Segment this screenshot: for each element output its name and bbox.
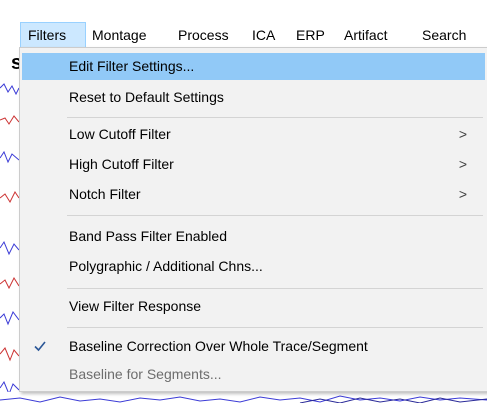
menu-item-label: Polygraphic / Additional Chns... xyxy=(69,258,263,274)
menu-item-polygraphic-additional-chns[interactable]: Polygraphic / Additional Chns... xyxy=(22,253,485,280)
eeg-trace-area-bottom xyxy=(0,392,487,403)
menu-item-label: Edit Filter Settings... xyxy=(69,58,195,74)
eeg-trace-area-left xyxy=(0,48,19,403)
menu-item-view-filter-response[interactable]: View Filter Response xyxy=(22,293,485,320)
checkmark-icon xyxy=(34,341,46,352)
eeg-traces-left xyxy=(0,83,19,396)
menu-item-label: Baseline for Segments... xyxy=(69,366,222,382)
filters-dropdown-menu: Edit Filter Settings... Reset to Default… xyxy=(19,47,487,392)
menu-separator xyxy=(67,288,483,289)
menu-item-label: View Filter Response xyxy=(69,298,202,314)
menu-search[interactable]: Search xyxy=(422,22,466,48)
submenu-arrow-icon: > xyxy=(458,156,467,172)
menu-separator xyxy=(67,117,483,118)
menu-process-label: Process xyxy=(178,27,229,43)
menu-erp-label: ERP xyxy=(296,27,325,43)
menu-item-reset-default-settings[interactable]: Reset to Default Settings xyxy=(22,84,485,111)
menu-bar: Filters Montage Process ICA ERP Artifact… xyxy=(0,22,487,48)
submenu-arrow-icon: > xyxy=(458,126,467,142)
menu-item-baseline-for-segments[interactable]: Baseline for Segments... xyxy=(22,361,485,388)
menu-ica[interactable]: ICA xyxy=(252,22,275,48)
menu-item-label: High Cutoff Filter xyxy=(69,156,174,172)
menu-item-band-pass-filter-enabled[interactable]: Band Pass Filter Enabled xyxy=(22,223,485,250)
menu-item-label: Notch Filter xyxy=(69,186,141,202)
menu-montage-label: Montage xyxy=(92,27,147,43)
menu-ica-label: ICA xyxy=(252,27,276,43)
menu-separator xyxy=(67,327,483,328)
submenu-arrow-icon: > xyxy=(458,186,467,202)
menu-item-notch-filter[interactable]: Notch Filter > xyxy=(22,181,485,208)
menu-item-label: Low Cutoff Filter xyxy=(69,126,171,142)
menu-filters[interactable]: Filters xyxy=(20,22,86,48)
menu-artifact[interactable]: Artifact xyxy=(344,22,388,48)
menu-item-edit-filter-settings[interactable]: Edit Filter Settings... xyxy=(22,53,485,80)
menu-erp[interactable]: ERP xyxy=(296,22,325,48)
menu-montage[interactable]: Montage xyxy=(92,22,146,48)
menu-item-high-cutoff-filter[interactable]: High Cutoff Filter > xyxy=(22,151,485,178)
menu-filters-label: Filters xyxy=(28,27,67,43)
eeg-traces-bottom xyxy=(0,395,487,403)
menu-item-baseline-correction-whole-trace[interactable]: Baseline Correction Over Whole Trace/Seg… xyxy=(22,333,485,360)
menu-search-label: Search xyxy=(422,27,467,43)
menu-process[interactable]: Process xyxy=(178,22,229,48)
menu-item-label: Band Pass Filter Enabled xyxy=(69,228,227,244)
menu-separator xyxy=(67,215,483,216)
menu-item-low-cutoff-filter[interactable]: Low Cutoff Filter > xyxy=(22,121,485,148)
menu-item-label: Reset to Default Settings xyxy=(69,89,224,105)
menu-item-label: Baseline Correction Over Whole Trace/Seg… xyxy=(69,338,368,354)
menu-artifact-label: Artifact xyxy=(344,27,388,43)
